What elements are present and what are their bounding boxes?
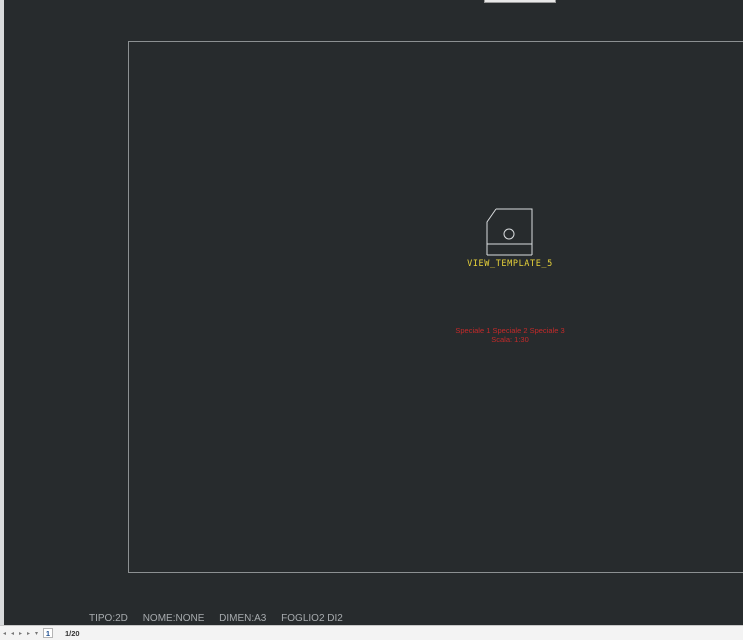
annotation-scale: Scala: 1:30 xyxy=(491,335,529,344)
cad-application: VIEW_TEMPLATE_5 Speciale 1 Speciale 2 Sp… xyxy=(0,0,743,640)
sheet-name: NOME:NONE xyxy=(142,613,205,624)
sheet-info: TIPO:2D NOME:NONE DIMEN:A3 FOGLIO2 DI2 xyxy=(89,613,355,624)
view-label[interactable]: VIEW_TEMPLATE_5 xyxy=(460,259,560,269)
sheet-size: DIMEN:A3 xyxy=(219,613,267,624)
top-tag xyxy=(484,0,556,3)
page-navigation-bar: ◂ ◂ ▸ ▸ ▾ 1 1/20 xyxy=(0,625,743,640)
next-page-icon[interactable]: ▸ xyxy=(17,629,24,638)
last-page-icon[interactable]: ▸ xyxy=(25,629,32,638)
current-page-tab[interactable]: 1 xyxy=(43,628,53,638)
sheet-type: TIPO:2D xyxy=(89,613,128,624)
sheet-frame xyxy=(128,41,743,573)
view-annotation[interactable]: Speciale 1 Speciale 2 Speciale 3 Scala: … xyxy=(430,326,590,344)
prev-page-icon[interactable]: ◂ xyxy=(9,629,16,638)
annotation-special: Speciale 1 Speciale 2 Speciale 3 xyxy=(455,326,565,335)
part-view-geometry[interactable] xyxy=(484,208,536,258)
page-menu-icon[interactable]: ▾ xyxy=(33,629,40,638)
page-count: 1/20 xyxy=(65,628,80,638)
first-page-icon[interactable]: ◂ xyxy=(1,629,8,638)
sheet-number: FOGLIO2 DI2 xyxy=(281,613,343,624)
